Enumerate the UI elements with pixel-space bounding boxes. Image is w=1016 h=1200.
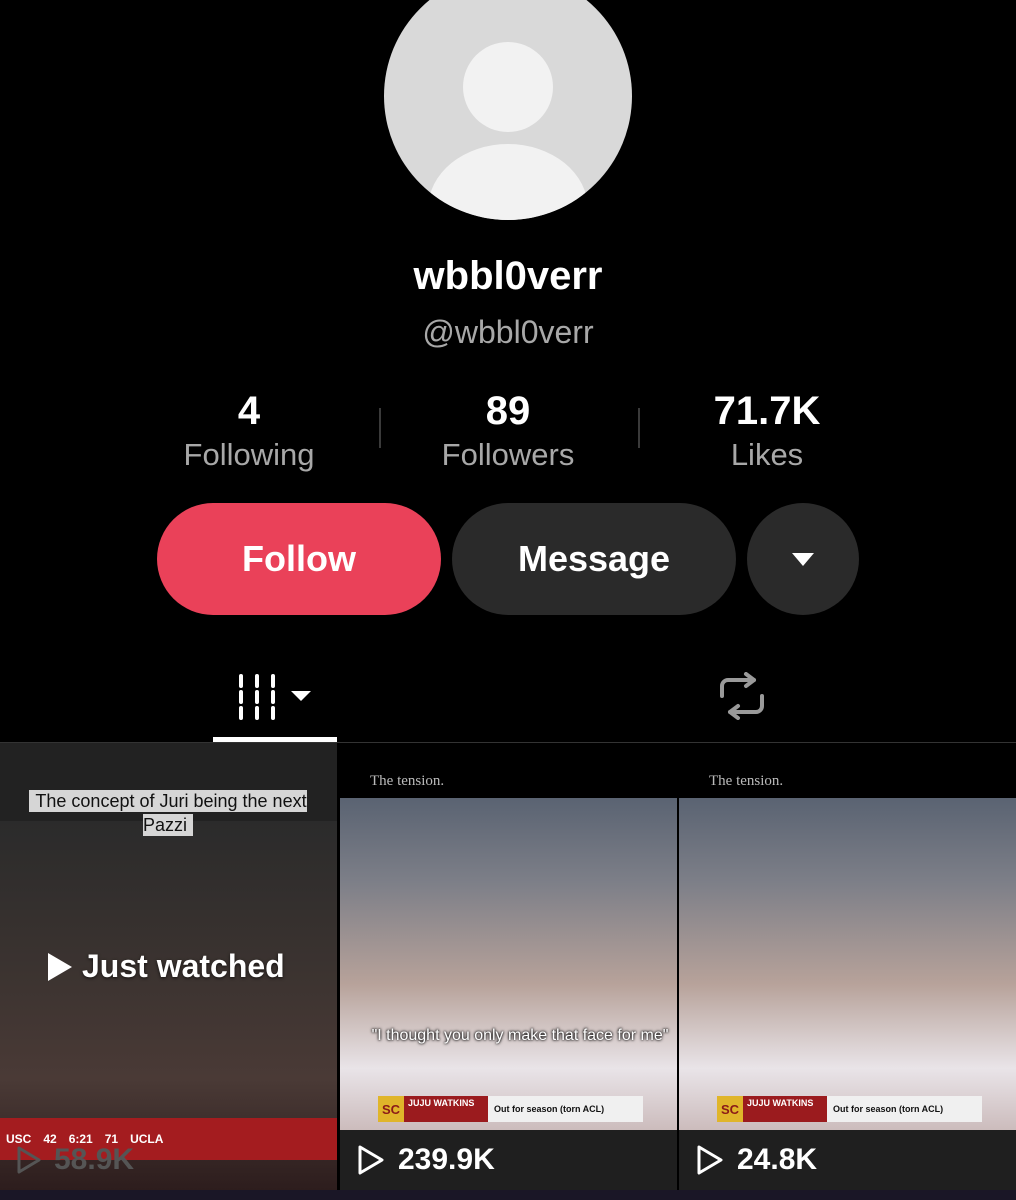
player-note: Out for season (torn ACL)	[488, 1096, 643, 1122]
avatar-placeholder-body	[428, 144, 588, 220]
video-header-text: The tension.	[709, 773, 784, 789]
view-count: 58.9K	[0, 1130, 337, 1190]
video-tile[interactable]: The tension. SC JUJU WATKINS Out for sea…	[679, 743, 1016, 1190]
stat-following[interactable]: 4 Following	[120, 388, 378, 476]
profile-display-name: wbbl0verr	[413, 254, 603, 298]
play-icon	[48, 952, 72, 981]
play-outline-icon	[17, 1146, 41, 1174]
player-lower-third: SC JUJU WATKINS Out for season (torn ACL…	[378, 1096, 643, 1122]
view-count-value: 58.9K	[54, 1143, 135, 1176]
more-options-button[interactable]	[747, 503, 859, 615]
video-tile[interactable]: The tension. "I thought you only make th…	[340, 743, 677, 1190]
view-count: 24.8K	[679, 1130, 1016, 1190]
stat-followers-count: 89	[485, 389, 531, 433]
video-thumbnail	[679, 798, 1016, 1136]
repost-icon	[720, 672, 764, 720]
stat-likes-label: Likes	[730, 437, 804, 472]
video-header-text: The tension.	[370, 773, 445, 789]
player-lower-third: SC JUJU WATKINS Out for season (torn ACL…	[717, 1096, 982, 1122]
video-tile[interactable]: The concept of Juri being the next Pazzi…	[0, 743, 337, 1190]
player-note: Out for season (torn ACL)	[827, 1096, 982, 1122]
stat-following-count: 4	[237, 389, 261, 433]
stat-likes[interactable]: 71.7K Likes	[638, 388, 896, 476]
tab-reposts[interactable]	[680, 650, 804, 742]
grid-icon	[239, 674, 311, 720]
follow-button[interactable]: Follow	[157, 503, 441, 615]
profile-handle: @wbbl0verr	[422, 314, 594, 350]
next-row-thumbnails	[0, 1190, 1016, 1200]
video-subtitle: "I thought you only make that face for m…	[371, 1027, 669, 1044]
stat-followers-label: Followers	[441, 437, 575, 472]
player-name: JUJU WATKINS	[404, 1096, 488, 1122]
just-watched-label: Just watched	[82, 948, 285, 984]
avatar-placeholder-head	[463, 42, 553, 132]
play-outline-icon	[358, 1145, 384, 1175]
player-name: JUJU WATKINS	[743, 1096, 827, 1122]
play-outline-icon	[697, 1145, 723, 1175]
view-count: 239.9K	[340, 1130, 677, 1190]
stat-likes-count: 71.7K	[713, 389, 821, 433]
just-watched-badge: Just watched	[48, 948, 285, 985]
view-count-value: 24.8K	[737, 1143, 818, 1176]
video-caption: The concept of Juri being the next Pazzi	[28, 789, 308, 837]
video-thumbnail	[340, 798, 677, 1136]
profile-avatar[interactable]	[384, 0, 632, 220]
view-count-value: 239.9K	[398, 1143, 495, 1176]
usc-logo-icon: SC	[717, 1096, 743, 1122]
tab-videos[interactable]	[213, 650, 337, 742]
chevron-down-icon	[792, 552, 814, 566]
profile-stats: 4 Following 89 Followers 71.7K Likes	[120, 388, 896, 484]
usc-logo-icon: SC	[378, 1096, 404, 1122]
message-button[interactable]: Message	[452, 503, 736, 615]
stat-following-label: Following	[183, 437, 315, 472]
stat-followers[interactable]: 89 Followers	[379, 388, 637, 476]
